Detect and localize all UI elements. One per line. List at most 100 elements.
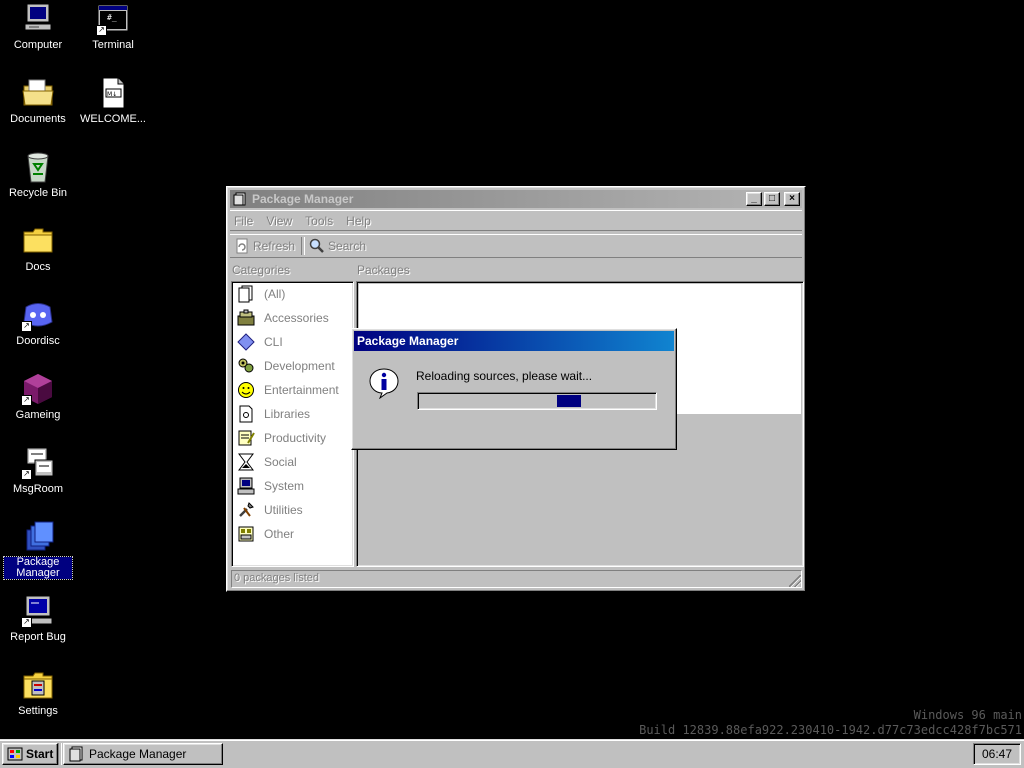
desktop-icon-label: Doordisc <box>16 335 60 347</box>
category-cli[interactable]: CLI <box>232 330 353 354</box>
desktop-icon-label: Package Manager <box>3 556 73 580</box>
category-label: CLI <box>264 335 283 349</box>
refresh-button[interactable]: Refresh <box>234 238 295 254</box>
search-button[interactable]: Search <box>309 238 366 254</box>
category-development[interactable]: Development <box>232 354 353 378</box>
desktop-icon-doordisc[interactable]: ↗ Doordisc <box>1 298 75 347</box>
info-icon <box>369 368 399 399</box>
desktop-icon-gameing[interactable]: ↗ Gameing <box>1 372 75 421</box>
start-logo-icon <box>7 747 23 761</box>
doordisc-icon: ↗ <box>21 298 55 332</box>
desktop-icon-label: WELCOME... <box>79 113 146 125</box>
desktop-icon-label: Recycle Bin <box>8 187 68 199</box>
build-watermark-line1: Windows 96 main <box>913 708 1022 722</box>
dialog-body: Reloading sources, please wait... <box>352 351 676 445</box>
terminal-icon: #_ ↗ <box>96 2 130 36</box>
recycle-bin-icon <box>21 150 55 184</box>
shortcut-arrow-icon: ↗ <box>21 617 32 628</box>
refresh-label: Refresh <box>253 239 296 253</box>
category-label: Accessories <box>264 311 329 325</box>
accessories-icon <box>237 309 255 326</box>
category-productivity[interactable]: Productivity <box>232 426 353 450</box>
window-title: Package Manager <box>252 192 354 206</box>
desktop-icon-label: Docs <box>25 261 51 273</box>
category-label: Libraries <box>264 407 311 421</box>
category-social[interactable]: Social <box>232 450 353 474</box>
taskbar-item-label: Package Manager <box>89 747 187 761</box>
dialog-titlebar[interactable]: Package Manager <box>354 331 674 351</box>
category-system[interactable]: System <box>232 474 353 498</box>
status-text: 0 packages listed <box>234 572 319 584</box>
dialog-title: Package Manager <box>357 334 459 348</box>
loading-dialog[interactable]: Package Manager Reloading sources, pleas… <box>351 328 677 450</box>
window-titlebar[interactable]: Package Manager _ □ × <box>230 190 802 208</box>
taskbar: Start Package Manager 06:47 <box>0 739 1024 768</box>
other-icon <box>238 526 254 542</box>
refresh-icon <box>236 238 248 254</box>
desktop-icon-documents[interactable]: Documents <box>1 76 75 125</box>
productivity-icon <box>238 430 255 446</box>
desktop-icon-recycle-bin[interactable]: Recycle Bin <box>1 150 75 199</box>
desktop-icon-computer[interactable]: Computer <box>1 2 75 51</box>
category-entertainment[interactable]: Entertainment <box>232 378 353 402</box>
development-icon <box>238 358 254 373</box>
category-all[interactable]: (All) <box>232 282 353 306</box>
toolbar-separator <box>301 237 306 255</box>
category-label: (All) <box>264 287 286 301</box>
categories-label: Categories <box>232 263 291 277</box>
toolbar: Refresh Search <box>230 234 802 258</box>
desktop-icon-terminal[interactable]: #_ ↗ Terminal <box>76 2 150 51</box>
package-manager-icon <box>21 520 55 554</box>
maximize-button[interactable]: □ <box>764 192 780 206</box>
progress-indicator <box>557 395 581 407</box>
menu-view[interactable]: View <box>266 214 292 228</box>
packages-label: Packages <box>357 263 410 277</box>
category-label: Productivity <box>264 431 327 445</box>
desktop-icon-package-manager[interactable]: Package Manager <box>1 520 75 580</box>
markdown-file-icon: M↓ <box>96 76 130 110</box>
category-libraries[interactable]: Libraries <box>232 402 353 426</box>
taskbar-item-package-manager[interactable]: Package Manager <box>63 743 223 765</box>
desktop-icon-msgroom[interactable]: ↗ MsgRoom <box>1 446 75 495</box>
desktop-icon-welcome[interactable]: M↓ WELCOME... <box>76 76 150 125</box>
clock: 06:47 <box>973 743 1021 765</box>
menu-help[interactable]: Help <box>346 214 371 228</box>
desktop-icon-label: Settings <box>18 705 58 717</box>
dialog-message: Reloading sources, please wait... <box>416 369 593 383</box>
close-button[interactable]: × <box>784 192 800 206</box>
game-cube-icon: ↗ <box>21 372 55 406</box>
msgroom-icon: ↗ <box>21 446 55 480</box>
desktop-icon-label: Computer <box>13 39 63 51</box>
menu-file[interactable]: File <box>234 214 253 228</box>
desktop-icon-docs[interactable]: Docs <box>1 224 75 273</box>
category-utilities[interactable]: Utilities <box>232 498 353 522</box>
category-accessories[interactable]: Accessories <box>232 306 353 330</box>
documents-folder-icon <box>21 76 55 110</box>
category-other[interactable]: Other <box>232 522 353 546</box>
minimize-button[interactable]: _ <box>746 192 762 206</box>
desktop-icon-label: Documents <box>10 113 66 125</box>
status-bar: 0 packages listed <box>231 570 802 588</box>
start-button[interactable]: Start <box>2 743 58 765</box>
shortcut-arrow-icon: ↗ <box>21 395 32 406</box>
desktop-icon-report-bug[interactable]: ↗ Report Bug <box>1 594 75 643</box>
desktop-icon-settings[interactable]: Settings <box>1 668 75 717</box>
system-icon <box>237 477 255 495</box>
computer-icon <box>21 2 55 36</box>
desktop-icon-label: Gameing <box>15 409 61 421</box>
category-list[interactable]: (All) Accessories CLI Development Entert… <box>231 281 354 567</box>
search-icon <box>309 238 324 253</box>
cli-icon <box>237 333 255 351</box>
shortcut-arrow-icon: ↗ <box>21 469 32 480</box>
settings-icon <box>21 668 55 702</box>
category-label: Utilities <box>264 503 303 517</box>
build-watermark-line2: Build 12839.88efa922.230410-1942.d77c73e… <box>639 723 1022 737</box>
menu-tools[interactable]: Tools <box>305 214 333 228</box>
progress-bar <box>417 392 657 410</box>
svg-text:M↓: M↓ <box>107 91 117 98</box>
resize-grip-icon[interactable] <box>789 575 801 587</box>
desktop-icon-label: Report Bug <box>10 631 66 643</box>
category-label: Social <box>264 455 297 469</box>
social-icon <box>238 453 254 471</box>
utilities-icon <box>239 502 254 517</box>
